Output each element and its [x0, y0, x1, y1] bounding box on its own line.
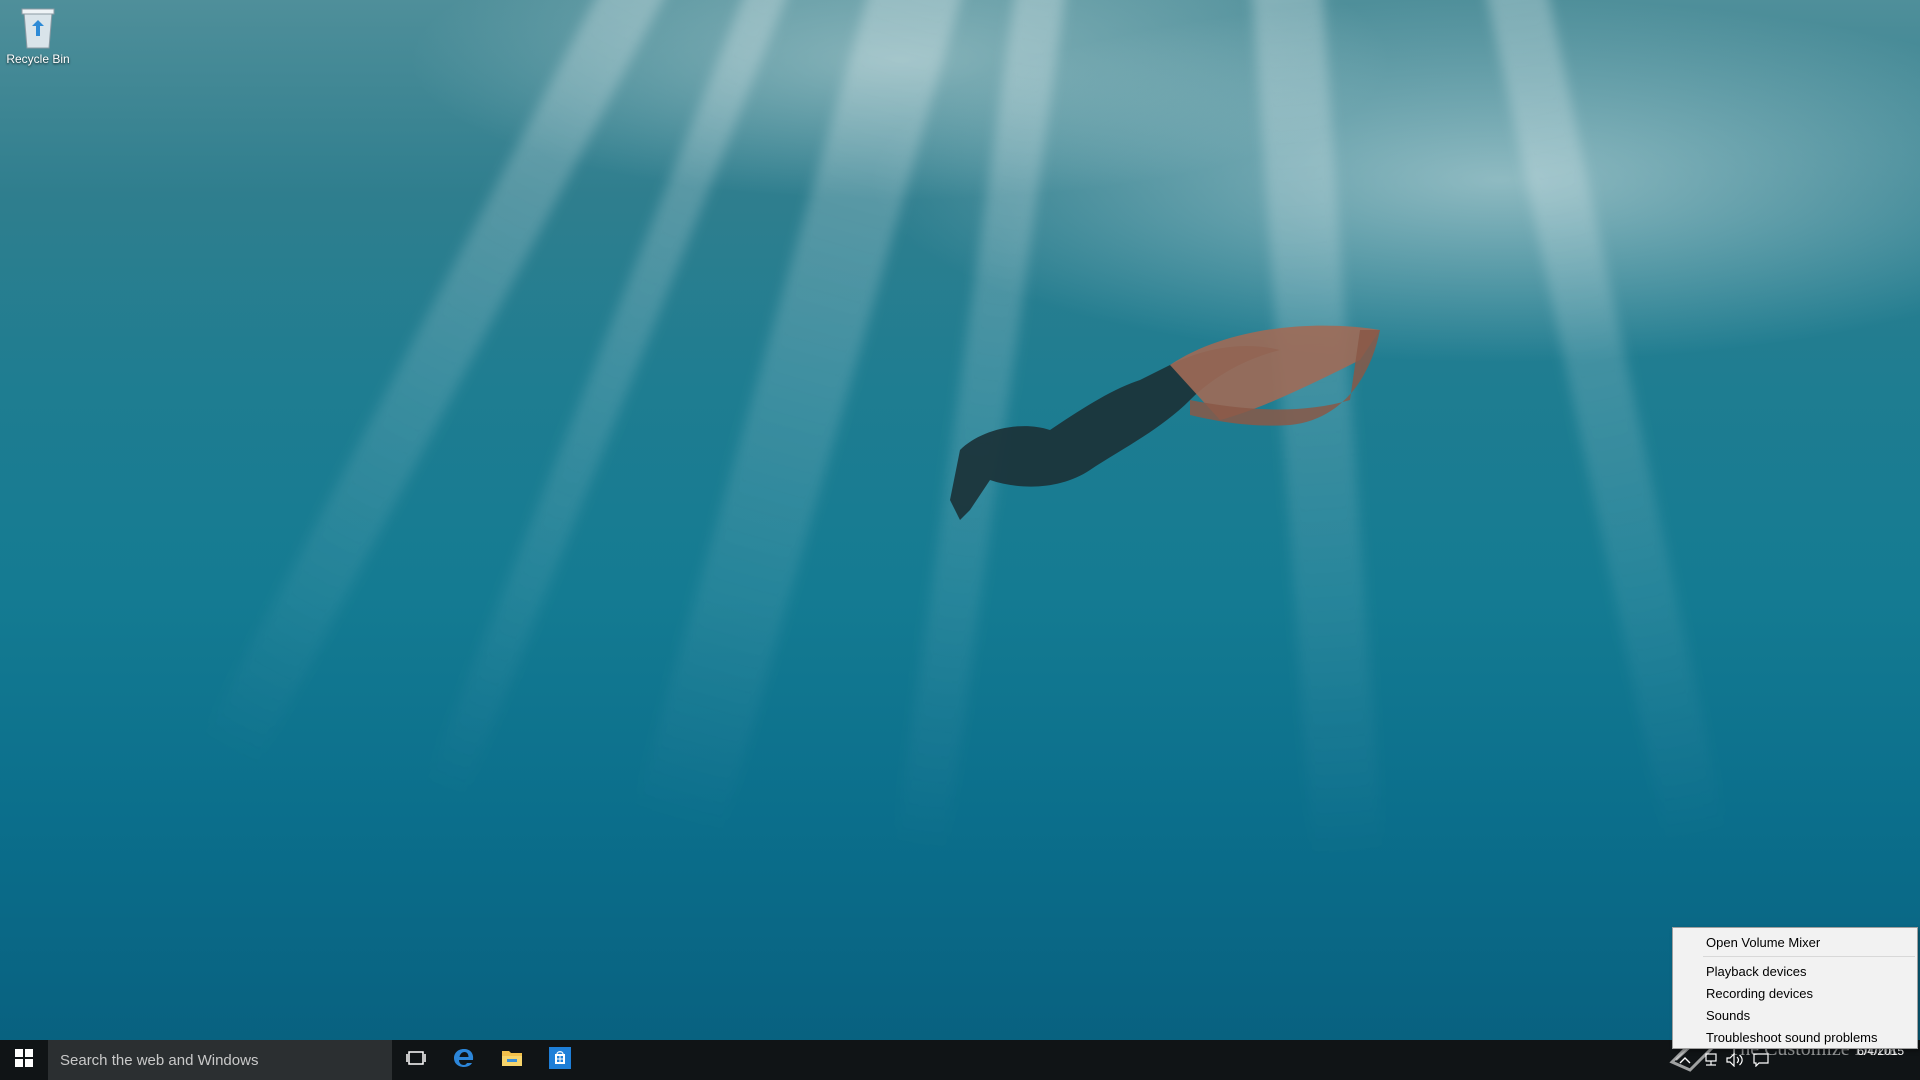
menu-item-playback-devices[interactable]: Playback devices	[1673, 961, 1917, 983]
start-button[interactable]	[0, 1040, 48, 1080]
recycle-bin-icon	[18, 6, 58, 50]
file-explorer-taskbar-button[interactable]	[488, 1040, 536, 1080]
edge-taskbar-button[interactable]	[440, 1040, 488, 1080]
network-icon[interactable]	[1702, 1051, 1720, 1069]
windows-logo-icon	[15, 1048, 33, 1072]
menu-item-recording-devices[interactable]: Recording devices	[1673, 983, 1917, 1005]
chevron-up-icon[interactable]	[1676, 1051, 1694, 1069]
swimmer-silhouette	[950, 325, 1380, 520]
store-icon	[548, 1046, 572, 1075]
search-input[interactable]: Search the web and Windows	[48, 1040, 392, 1080]
task-view-button[interactable]	[392, 1040, 440, 1080]
store-taskbar-button[interactable]	[536, 1040, 584, 1080]
action-center-icon[interactable]	[1752, 1051, 1770, 1069]
folder-icon	[501, 1048, 523, 1073]
task-view-icon	[406, 1050, 426, 1071]
search-placeholder: Search the web and Windows	[60, 1051, 259, 1069]
edge-icon	[452, 1046, 476, 1075]
volume-icon[interactable]	[1726, 1051, 1744, 1069]
light-ray	[1480, 0, 1727, 847]
menu-item-troubleshoot-sound[interactable]: Troubleshoot sound problems	[1673, 1027, 1917, 1049]
menu-item-open-volume-mixer[interactable]: Open Volume Mixer	[1673, 932, 1917, 954]
desktop-wallpaper	[0, 0, 1920, 1080]
taskbar: Search the web and Windows 6/4/2015	[0, 1040, 1920, 1080]
desktop-icon-recycle-bin[interactable]: Recycle Bin	[6, 6, 70, 66]
volume-context-menu: Open Volume Mixer Playback devices Recor…	[1672, 927, 1918, 1049]
recycle-bin-label: Recycle Bin	[6, 52, 70, 66]
menu-item-sounds[interactable]: Sounds	[1673, 1005, 1917, 1027]
menu-separator	[1703, 956, 1915, 957]
